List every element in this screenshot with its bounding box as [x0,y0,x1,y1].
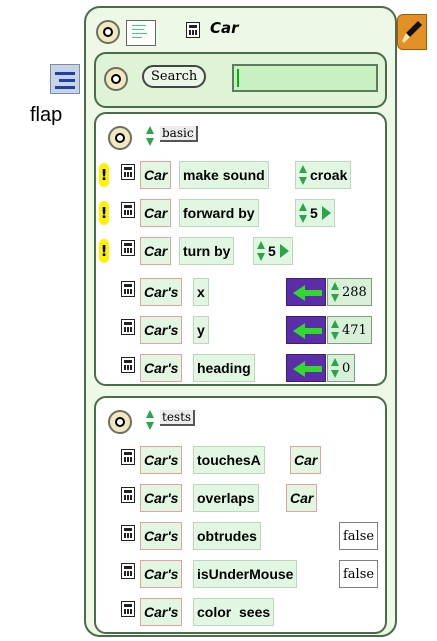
object-thumbnail[interactable] [126,20,156,46]
slot-row-x: Car's x 288 [96,274,385,306]
tile-icon[interactable] [121,240,135,256]
command-row-make-sound: ! Car make sound croak [96,157,385,189]
run-button[interactable]: ! [99,201,109,225]
value-tile[interactable]: 0 [327,354,356,382]
category-arrows-icon[interactable] [146,410,155,430]
search-input[interactable] [232,64,378,92]
flap-label: flap [30,104,63,126]
tile-icon[interactable] [121,449,135,465]
test-row-isUnderMouse: Car's isUnderMouse false [96,556,385,588]
object-tile[interactable]: Car's [140,560,183,588]
edit-tab-icon[interactable] [397,14,427,50]
flap-icon[interactable] [50,64,80,94]
category-name[interactable]: tests [160,410,196,426]
value-tile[interactable]: 288 [327,278,372,306]
tile-icon[interactable] [121,281,135,297]
object-tile[interactable]: Car [140,199,172,227]
tile-icon[interactable] [121,202,135,218]
category-name[interactable]: basic [160,126,198,142]
test-row-color-sees: Car's color sees [96,594,385,626]
test-name-tile[interactable]: touchesA [193,446,265,474]
argument-value[interactable]: 5 [268,243,276,259]
command-tile[interactable]: forward by [179,199,259,227]
text-caret [237,69,239,87]
object-tile[interactable]: Car [140,161,172,189]
test-row-overlaps: Car's overlaps Car [96,480,385,512]
object-tile[interactable]: Car's [140,598,183,626]
category-menu-button[interactable] [108,126,132,150]
value-arrows-icon[interactable] [299,203,308,223]
tile-icon[interactable] [186,22,200,38]
search-menu-button[interactable] [104,67,128,91]
category-pane-basic: basic ! Car make sound croak ! Car forwa… [94,112,387,386]
tile-icon[interactable] [121,319,135,335]
category-menu-button[interactable] [108,410,132,434]
object-tile[interactable]: Car's [140,316,183,344]
play-arrow-icon[interactable] [321,206,331,220]
object-tile[interactable]: Car's [140,484,183,512]
slot-name-tile[interactable]: heading [193,354,255,382]
tile-icon[interactable] [121,563,135,579]
argument-object-tile[interactable]: Car [290,446,322,474]
object-tile[interactable]: Car's [140,446,183,474]
value-arrows-icon[interactable] [331,282,340,302]
slot-value[interactable]: 288 [342,285,367,300]
slot-row-y: Car's y 471 [96,312,385,344]
readout-tile: false [339,522,379,550]
viewer-menu-button[interactable] [96,20,120,44]
slot-name-tile[interactable]: y [193,316,209,344]
command-row-turn-by: ! Car turn by 5 [96,233,385,265]
test-name-tile[interactable]: overlaps [193,484,259,512]
argument-tile[interactable]: croak [295,161,352,189]
object-viewer: Car Search basic ! Car make sound croak [84,6,427,637]
category-arrows-icon[interactable] [146,126,155,146]
search-button[interactable]: Search [142,65,207,88]
command-tile[interactable]: turn by [179,237,235,265]
readout-tile: false [339,560,379,588]
command-row-forward-by: ! Car forward by 5 [96,195,385,227]
test-name-tile[interactable]: color sees [193,598,275,626]
brush-icon [402,21,422,43]
object-name[interactable]: Car [210,19,239,37]
argument-value[interactable]: croak [310,167,347,183]
command-tile[interactable]: make sound [179,161,269,189]
test-row-obtrudes: Car's obtrudes false [96,518,385,550]
assign-arrow-icon[interactable] [286,278,326,306]
slot-row-heading: Car's heading 0 [96,350,385,382]
value-arrows-icon[interactable] [299,165,308,185]
object-tile[interactable]: Car's [140,522,183,550]
tile-icon[interactable] [121,601,135,617]
run-button[interactable]: ! [99,239,109,263]
category-pane-tests: tests Car's touchesA Car Car's overlaps … [94,396,387,634]
assign-arrow-icon[interactable] [286,354,326,382]
tile-icon[interactable] [121,487,135,503]
tile-icon[interactable] [121,357,135,373]
assign-arrow-icon[interactable] [286,316,326,344]
value-arrows-icon[interactable] [331,358,340,378]
viewer-header: Car [86,8,395,56]
value-arrows-icon[interactable] [331,320,340,340]
run-button[interactable]: ! [99,163,109,187]
argument-tile[interactable]: 5 [295,199,335,227]
slot-value[interactable]: 0 [342,361,350,376]
search-pane: Search [94,52,387,108]
tile-icon[interactable] [121,525,135,541]
test-row-touchesA: Car's touchesA Car [96,442,385,474]
slot-value[interactable]: 471 [342,323,367,338]
tile-icon[interactable] [121,164,135,180]
argument-tile[interactable]: 5 [253,237,293,265]
play-arrow-icon[interactable] [279,244,289,258]
argument-value[interactable]: 5 [310,205,318,221]
value-tile[interactable]: 471 [327,316,372,344]
test-name-tile[interactable]: isUnderMouse [193,560,298,588]
slot-name-tile[interactable]: x [193,278,209,306]
value-arrows-icon[interactable] [257,241,266,261]
object-tile[interactable]: Car [140,237,172,265]
argument-object-tile[interactable]: Car [286,484,318,512]
test-name-tile[interactable]: obtrudes [193,522,261,550]
object-tile[interactable]: Car's [140,278,183,306]
object-tile[interactable]: Car's [140,354,183,382]
